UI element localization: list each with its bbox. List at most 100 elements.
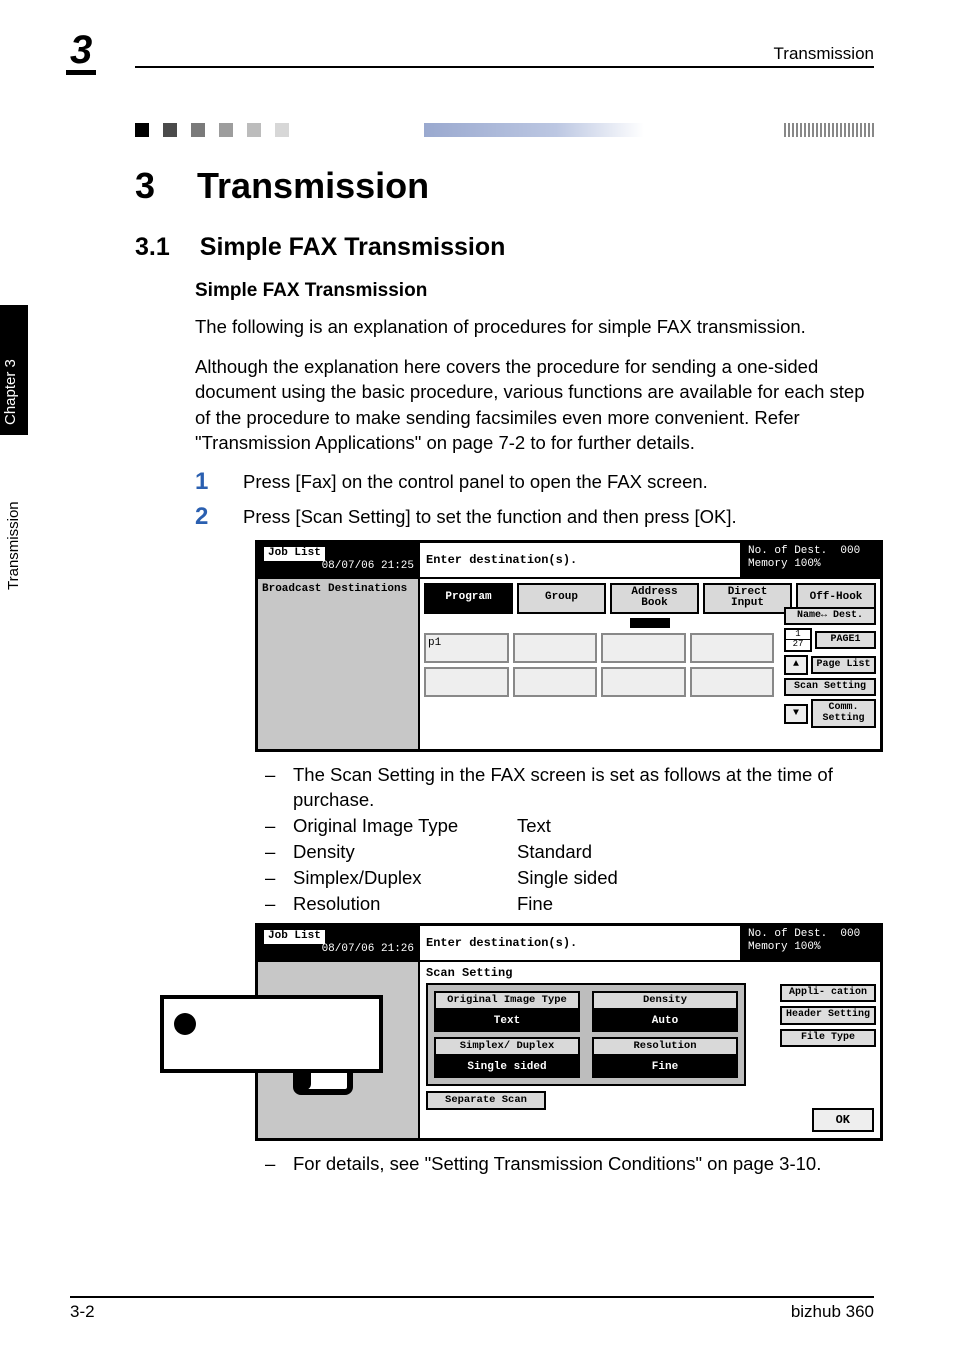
- spec-2-value: Single sided: [517, 865, 618, 891]
- lcd2-header-setting-button[interactable]: Header Setting: [780, 1006, 876, 1025]
- lcd1-right-buttons: Name↔ Dest. 1 27 PAGE1 ▲ Page List: [784, 607, 876, 729]
- lcd1-dest-cell[interactable]: [513, 667, 598, 697]
- lcd1-header-right: No. of Dest. 000 Memory 100%: [740, 543, 880, 577]
- lcd2-main: Scan Setting Original Image Type Text De…: [418, 960, 880, 1138]
- lcd1-dest-count: 000: [840, 545, 860, 557]
- lcd2-job-list-button[interactable]: Job List: [264, 930, 325, 944]
- lcd2-memory: Memory 100%: [748, 941, 874, 954]
- lcd2-header-left: Job List 08/07/06 21:26: [258, 926, 418, 960]
- lcd2-file-type-button[interactable]: File Type: [780, 1029, 876, 1048]
- lcd2-density-label: Density: [592, 991, 738, 1010]
- lcd1-tab-address-book[interactable]: Address Book: [610, 583, 699, 614]
- lcd-panel-1: Job List 08/07/06 21:25 Enter destinatio…: [255, 540, 883, 752]
- lcd1-datetime: 08/07/06 21:25: [264, 561, 418, 573]
- footer-page-number: 3-2: [70, 1302, 95, 1322]
- lcd2-header-right: No. of Dest. 000 Memory 100%: [740, 926, 880, 960]
- lcd-screenshot-1: Job List 08/07/06 21:25 Enter destinatio…: [255, 540, 874, 752]
- page: 3 Transmission Chapter 3 Transmission 3 T…: [0, 0, 954, 1352]
- lcd2-separate-scan-button[interactable]: Separate Scan: [426, 1091, 546, 1110]
- section-number: 3.1: [135, 233, 170, 261]
- step-1-number: 1: [195, 470, 215, 494]
- footer: 3-2 bizhub 360: [70, 1296, 874, 1322]
- chapter-corner-number: 3: [66, 30, 96, 75]
- chapter-title: 3 Transmission: [135, 165, 874, 207]
- document-icon: [293, 995, 383, 1105]
- lcd2-duplex-label: Simplex/ Duplex: [434, 1037, 580, 1056]
- spec-0-label: Original Image Type: [293, 813, 503, 839]
- lcd1-name-dest-button[interactable]: Name↔ Dest.: [784, 607, 876, 626]
- lcd1-sidebar: Broadcast Destinations: [258, 577, 418, 749]
- lcd1-page-list-button[interactable]: Page List: [811, 656, 876, 675]
- lcd1-indicator: [630, 618, 670, 628]
- lcd1-tab-direct-input[interactable]: Direct Input: [703, 583, 792, 614]
- running-header: Transmission: [135, 44, 874, 68]
- decor-stripe: [424, 123, 644, 137]
- step-2-number: 2: [195, 505, 215, 529]
- footer-model: bizhub 360: [791, 1302, 874, 1322]
- section-title: Simple FAX Transmission: [200, 233, 506, 261]
- paragraph-2: Although the explanation here covers the…: [195, 354, 874, 456]
- lcd1-page-counter: 1 27: [784, 628, 812, 652]
- lcd1-dest-label: No. of Dest.: [748, 545, 827, 557]
- lcd1-tab-program[interactable]: Program: [424, 583, 513, 614]
- spec-3-label: Resolution: [293, 891, 503, 917]
- lcd2-panel-title: Scan Setting: [426, 966, 876, 980]
- lcd2-duplex-button[interactable]: Single sided: [434, 1056, 580, 1078]
- step-1-text: Press [Fax] on the control panel to open…: [243, 470, 708, 495]
- lcd1-dest-grid: p1: [424, 633, 774, 697]
- lcd1-dest-cell[interactable]: [601, 633, 686, 663]
- spec-3-value: Fine: [517, 891, 553, 917]
- lcd2-dest-label: No. of Dest.: [748, 928, 827, 940]
- spec-2-label: Simplex/Duplex: [293, 865, 503, 891]
- chapter-corner: 3: [66, 30, 110, 74]
- side-tab-book-label: Transmission: [5, 501, 22, 590]
- lcd1-main: Program Group Address Book Direct Input …: [418, 577, 880, 749]
- lcd2-sidebar: [258, 960, 418, 1138]
- lcd1-comm-setting-button[interactable]: Comm. Setting: [811, 699, 876, 728]
- lcd1-dest-cell[interactable]: [513, 633, 598, 663]
- lcd1-dest-cell[interactable]: [690, 667, 775, 697]
- lcd2-application-button[interactable]: Appli- cation: [780, 984, 876, 1003]
- lcd1-page-counter-bottom: 27: [786, 639, 810, 649]
- step-2-text: Press [Scan Setting] to set the function…: [243, 505, 737, 530]
- side-tab: Chapter 3 Transmission: [0, 300, 40, 600]
- lcd2-settings-grid: Original Image Type Text Density Auto Si…: [426, 983, 746, 1086]
- lcd2-density-button[interactable]: Auto: [592, 1010, 738, 1032]
- lcd1-dest-cell[interactable]: [601, 667, 686, 697]
- paragraph-1: The following is an explanation of proce…: [195, 314, 874, 340]
- lcd2-right-buttons: Appli- cation Header Setting File Type: [780, 984, 876, 1048]
- lcd2-orig-label: Original Image Type: [434, 991, 580, 1010]
- spec-1-value: Standard: [517, 839, 592, 865]
- lcd1-dest-cell-p1[interactable]: p1: [424, 633, 509, 663]
- lcd-screenshot-2: Job List 08/07/06 21:26 Enter destinatio…: [255, 923, 874, 1141]
- footnote-block: –For details, see "Setting Transmission …: [265, 1151, 874, 1177]
- spec-0-value: Text: [517, 813, 551, 839]
- lcd1-job-list-button[interactable]: Job List: [264, 547, 325, 561]
- lcd1-dest-cell[interactable]: [424, 667, 509, 697]
- lcd2-resolution-button[interactable]: Fine: [592, 1056, 738, 1078]
- subsection-heading: Simple FAX Transmission: [195, 280, 874, 302]
- note-block: –The Scan Setting in the FAX screen is s…: [265, 762, 874, 917]
- chapter-number: 3: [135, 165, 155, 206]
- lcd1-prompt: Enter destination(s).: [418, 543, 740, 577]
- step-1: 1 Press [Fax] on the control panel to op…: [195, 470, 874, 495]
- lcd2-resolution-label: Resolution: [592, 1037, 738, 1056]
- lcd1-header-left: Job List 08/07/06 21:25: [258, 543, 418, 577]
- note-intro: The Scan Setting in the FAX screen is se…: [293, 762, 874, 814]
- chapter-title-text: Transmission: [197, 165, 429, 206]
- decor-bar: [135, 123, 874, 137]
- lcd2-orig-button[interactable]: Text: [434, 1010, 580, 1032]
- lcd2-datetime: 08/07/06 21:26: [264, 944, 418, 956]
- lcd2-ok-button[interactable]: OK: [812, 1108, 874, 1132]
- decor-hatch: [784, 123, 874, 137]
- lcd1-dest-cell[interactable]: [690, 633, 775, 663]
- footnote-text: For details, see "Setting Transmission C…: [293, 1151, 821, 1177]
- lcd1-page1-button[interactable]: PAGE1: [815, 631, 876, 650]
- lcd-panel-2: Job List 08/07/06 21:26 Enter destinatio…: [255, 923, 883, 1141]
- lcd1-tab-group[interactable]: Group: [517, 583, 606, 614]
- lcd1-scan-setting-button[interactable]: Scan Setting: [784, 678, 876, 697]
- lcd1-up-arrow[interactable]: ▲: [784, 655, 808, 675]
- spec-1-label: Density: [293, 839, 503, 865]
- step-2: 2 Press [Scan Setting] to set the functi…: [195, 505, 874, 530]
- lcd1-down-arrow[interactable]: ▼: [784, 704, 808, 724]
